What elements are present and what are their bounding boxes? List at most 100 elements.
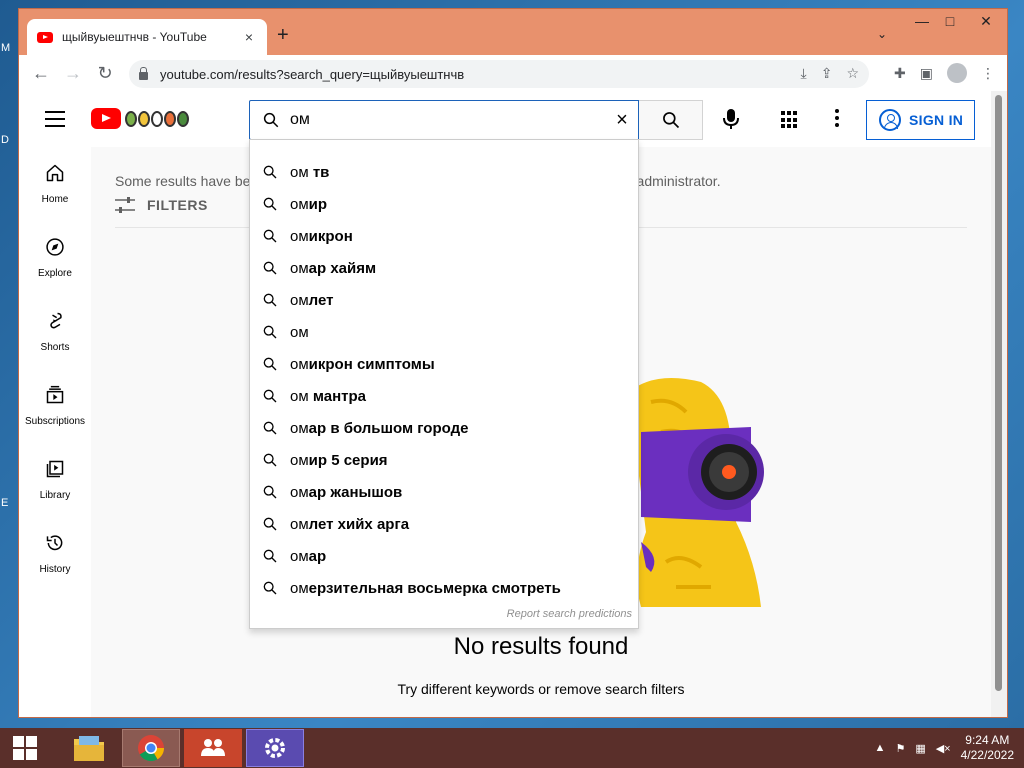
apps-grid-icon[interactable] [781,111,799,129]
suggestion-text: ом [290,324,309,341]
maximize-button[interactable]: □ [935,13,965,33]
search-icon [263,325,277,339]
bookmark-star-icon[interactable]: ☆ [846,65,859,82]
tab-close-button[interactable]: × [241,29,257,45]
suggestion-item[interactable]: омикрон симптомы [250,348,638,380]
suggestion-item[interactable]: омар [250,540,638,572]
sign-in-button[interactable]: SIGN IN [866,100,975,140]
search-icon [263,357,277,371]
suggestion-item[interactable]: ом мантра [250,380,638,412]
search-button[interactable] [639,100,703,140]
url-text[interactable]: youtube.com/results?search_query=щыйвуые… [160,67,464,82]
taskbar-chrome[interactable] [122,729,180,767]
suggestion-text: омар хайям [290,260,376,277]
menu-icon[interactable] [45,111,65,132]
suggestion-item[interactable]: омар в большом городе [250,412,638,444]
guide-item-home[interactable]: Home [19,147,91,221]
suggestion-completion: икрон [308,227,353,245]
close-window-button[interactable]: ✕ [971,13,1001,33]
suggestion-item[interactable]: омикрон [250,220,638,252]
share-icon[interactable]: ⇪ [821,65,833,82]
suggestion-typed-prefix: ом [290,483,309,501]
suggestion-completion: икрон симптомы [308,355,435,373]
gear-icon [265,738,285,758]
guide-item-subscriptions[interactable]: Subscriptions [19,369,91,443]
suggestion-item[interactable]: омлет хийх арга [250,508,638,540]
suggestion-text: омлет хийх арга [290,516,409,533]
minimize-button[interactable]: — [907,13,937,33]
forward-icon[interactable]: → [57,63,89,84]
network-icon[interactable]: ▦ [915,742,925,755]
desktop-icon-fragment: M [1,42,11,54]
suggestion-item[interactable]: омерзительная восьмерка смотреть [250,572,638,604]
suggestion-completion: лет хийх арга [308,515,410,533]
page-scrollbar[interactable] [991,91,1007,717]
reload-icon[interactable]: ↻ [89,63,121,84]
suggestion-item[interactable]: ом [250,316,638,348]
filters-button[interactable]: FILTERS [115,197,208,213]
mini-guide: Home Explore Shorts Subscriptions Librar… [19,147,91,717]
suggestion-text: ом тв [290,164,329,181]
library-icon [46,460,64,478]
taskbar-clock[interactable]: 9:24 AM 4/22/2022 [961,733,1014,763]
report-predictions-link[interactable]: Report search predictions [507,608,632,620]
suggestion-item[interactable]: омар хайям [250,252,638,284]
shorts-icon [50,312,62,329]
chrome-icon [138,735,165,762]
search-box[interactable]: × [249,100,639,140]
guide-item-explore[interactable]: Explore [19,221,91,295]
suggestion-item[interactable]: омар жанышов [250,476,638,508]
install-icon[interactable]: ⤓ [801,65,807,82]
guide-item-history[interactable]: History [19,517,91,591]
suggestion-item[interactable]: омир 5 серия [250,444,638,476]
lock-icon[interactable] [139,67,148,80]
desktop-icon-fragment: E [1,497,9,509]
suggestion-text: омикрон [290,228,353,245]
filter-sliders-icon [115,197,135,213]
guide-item-library[interactable]: Library [19,443,91,517]
filters-label: FILTERS [147,197,208,213]
browser-tab[interactable]: щыйвуыештнчв - YouTube × [27,19,267,55]
no-results-title: No results found [453,633,629,660]
suggestion-typed-prefix: ом [290,163,309,181]
suggestion-typed-prefix: ом [290,515,309,533]
profile-avatar[interactable] [947,63,967,83]
suggestion-item[interactable]: омир [250,188,638,220]
voice-search-button[interactable] [721,104,741,134]
search-icon [263,453,277,467]
suggestion-text: омир 5 серия [290,452,388,469]
scrollbar-thumb[interactable] [995,95,1002,691]
start-button[interactable] [0,728,50,768]
suggestion-item[interactable]: омлет [250,284,638,316]
suggestion-completion: тв [308,163,330,181]
tray-overflow-icon[interactable]: ▲ [875,742,886,754]
chrome-menu-icon[interactable]: ⋮ [981,65,995,82]
search-icon [263,229,277,243]
suggestion-completion: лет [308,291,334,309]
settings-more-icon[interactable] [835,109,839,130]
clear-search-button[interactable]: × [606,109,638,132]
side-panel-icon[interactable]: ▣ [920,65,933,82]
suggestion-text: омар жанышов [290,484,402,501]
search-input[interactable] [290,111,606,129]
suggestion-completion: ерзительная восьмерка смотреть [308,579,561,597]
extensions-icon[interactable]: ✚ [894,65,906,82]
suggestion-completion: мантра [308,387,366,405]
back-icon[interactable]: ← [25,63,57,84]
action-center-flag-icon[interactable]: ⚑ [895,742,905,755]
suggestion-text: омар [290,548,326,565]
tab-search-button[interactable]: ⌄ [877,27,887,41]
youtube-logo[interactable] [91,108,189,129]
volume-muted-icon[interactable]: ◀× [936,742,951,755]
guide-item-shorts[interactable]: Shorts [19,295,91,369]
new-tab-button[interactable]: + [277,25,289,45]
taskbar-settings-app[interactable] [246,729,304,767]
address-bar[interactable]: youtube.com/results?search_query=щыйвуые… [129,60,869,88]
taskbar-file-explorer[interactable] [60,729,118,767]
search-icon [263,261,277,275]
taskbar-users-app[interactable] [184,729,242,767]
home-icon [46,164,64,182]
suggestion-item[interactable]: ом тв [250,156,638,188]
suggestion-completion: ар [308,547,327,565]
suggestion-text: омар в большом городе [290,420,468,437]
